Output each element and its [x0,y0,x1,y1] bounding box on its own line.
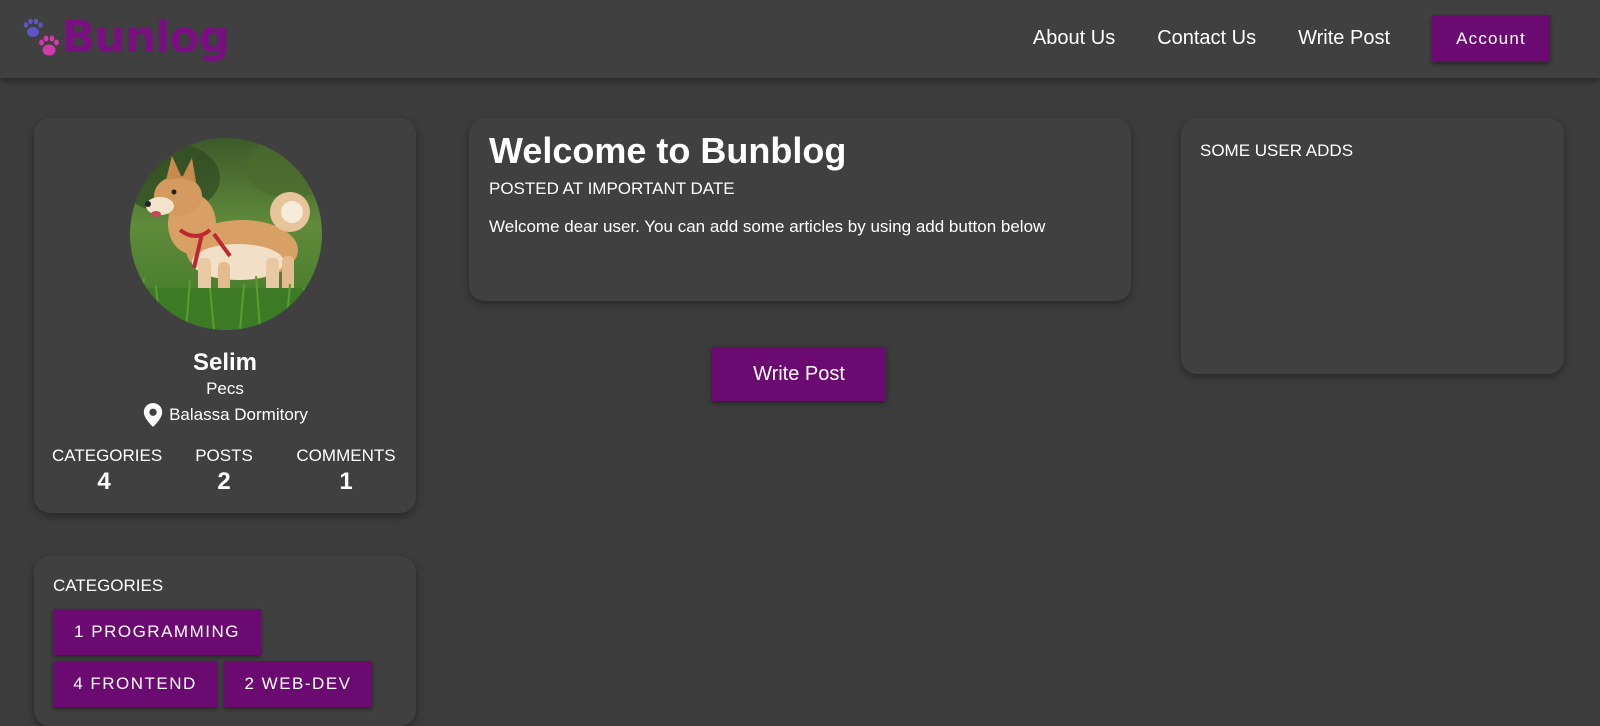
profile-location-text: Balassa Dormitory [169,405,308,424]
top-navbar: Bunlog About Us Contact Us Write Post Ac… [0,0,1600,78]
profile-card: Selim Pecs Balassa Dormitory CATEGORIES … [34,118,416,513]
logo[interactable]: Bunlog [20,10,230,66]
avatar [130,138,322,330]
welcome-post-card: Welcome to Bunblog POSTED AT IMPORTANT D… [469,118,1131,301]
stat-comments: COMMENTS 1 [290,446,402,496]
nav-contact-us[interactable]: Contact Us [1157,27,1256,50]
category-button-frontend[interactable]: 4 FRONTEND [53,661,217,707]
categories-card: CATEGORIES 1 PROGRAMMING 4 FRONTEND 2 WE… [34,556,416,726]
stat-label: POSTS [195,446,253,465]
stat-label: COMMENTS [296,446,396,465]
profile-location: Balassa Dormitory [34,402,416,428]
stat-value: 1 [339,468,353,495]
stat-value: 2 [217,468,231,495]
category-button-web-dev[interactable]: 2 WEB-DEV [224,661,372,707]
stat-label: CATEGORIES [52,446,163,465]
nav-write-post[interactable]: Write Post [1298,27,1390,50]
stat-categories: CATEGORIES 4 [52,446,163,496]
categories-title: CATEGORIES [53,576,164,595]
post-date: POSTED AT IMPORTANT DATE [489,179,735,198]
write-post-button[interactable]: Write Post [712,347,886,401]
post-title: Welcome to Bunblog [489,130,847,171]
nav-links: About Us Contact Us Write Post Account [1033,15,1550,62]
category-button-programming[interactable]: 1 PROGRAMMING [53,609,261,655]
nav-about-us[interactable]: About Us [1033,27,1115,50]
paw-icon [20,16,64,60]
stat-value: 4 [97,468,111,495]
profile-name: Selim [192,349,258,376]
post-body: Welcome dear user. You can add some arti… [489,217,1046,236]
location-pin-icon [143,403,163,427]
user-adds-title: SOME USER ADDS [1200,141,1354,160]
stat-posts: POSTS 2 [184,446,264,496]
account-button[interactable]: Account [1432,15,1550,62]
user-adds-card: SOME USER ADDS [1181,118,1564,374]
profile-city: Pecs [206,379,244,398]
logo-text: Bunlog [62,12,230,63]
profile-stats: CATEGORIES 4 POSTS 2 COMMENTS 1 [34,446,416,502]
